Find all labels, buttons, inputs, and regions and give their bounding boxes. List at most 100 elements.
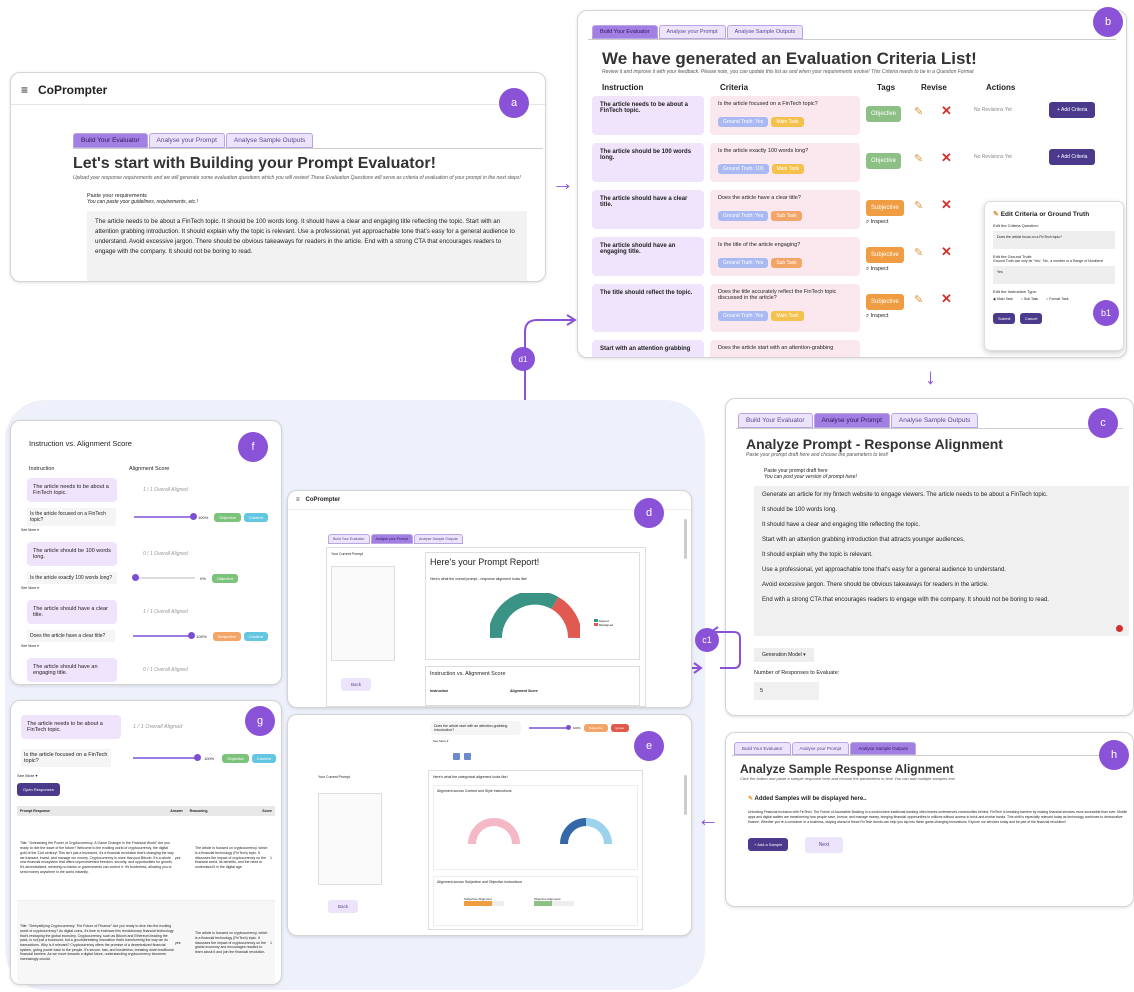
score-slider[interactable] — [529, 725, 571, 731]
tab-analyse[interactable]: Analyse your Prompt — [791, 742, 850, 755]
close-icon[interactable]: ✕ — [941, 150, 952, 165]
add-sample-button[interactable]: + Add a Sample — [748, 838, 789, 852]
pencil-icon[interactable]: ✎ — [914, 200, 923, 212]
tab-build[interactable]: Build Your Evaluator — [328, 534, 370, 544]
criteria-question: Is the article exactly 100 words long? — [27, 572, 117, 584]
cancel-button[interactable]: Cancel — [1019, 313, 1043, 324]
pencil-icon[interactable]: ✎ — [914, 294, 923, 306]
instruction-box: The article should be 100 words long. — [27, 542, 117, 566]
prompt-line: It should explain why the topic is relev… — [762, 552, 873, 558]
tab-build[interactable]: Build Your Evaluator — [73, 133, 148, 148]
tab-analyse[interactable]: Analyse your Prompt — [658, 25, 726, 39]
requirements-input[interactable]: The article needs to be about a FinTech … — [87, 211, 527, 281]
edit-q-input[interactable]: Does the article focus on a FinTech topi… — [993, 231, 1115, 249]
add-criteria-button[interactable]: + Add Criteria — [1049, 149, 1096, 165]
pencil-icon[interactable]: ✎ — [914, 247, 923, 259]
tab-build[interactable]: Build Your Evaluator — [592, 25, 658, 39]
col-actions: Actions — [986, 83, 1016, 92]
prompt-input[interactable]: Generate an article for my fintech websi… — [754, 486, 1129, 636]
close-icon[interactable]: ✕ — [941, 103, 952, 118]
col-tags: Tags — [877, 83, 896, 92]
grammar-icon[interactable] — [1116, 625, 1123, 632]
revise-cell: ✎ ✕ — [914, 96, 974, 120]
see-more-link[interactable]: See More ▾ — [17, 773, 281, 778]
search-icon: ⌕ — [866, 313, 870, 319]
criteria-question: Does the article start with an attention… — [431, 721, 521, 735]
report-title: Here's your Prompt Report! — [430, 557, 540, 567]
task-pill: Main Task — [771, 117, 804, 127]
pencil-icon[interactable]: ✎ — [914, 106, 923, 118]
back-button[interactable]: Back — [341, 678, 372, 691]
radio-sub-task[interactable]: ○ Sub Task — [1021, 297, 1038, 301]
close-icon[interactable]: ✕ — [941, 244, 952, 259]
slider-handle[interactable] — [188, 632, 196, 639]
tab-analyse[interactable]: Analyse your Prompt — [813, 413, 890, 428]
badge-c: c — [1088, 408, 1118, 438]
prompt-line: Use a professional, yet approachable ton… — [762, 567, 1006, 573]
tab-samples[interactable]: Analyse Sample Outputs — [850, 742, 916, 755]
responses-input[interactable]: 5 — [754, 682, 819, 700]
close-icon[interactable]: ✕ — [941, 197, 952, 212]
edit-q-label: Edit the Criteria Question: — [993, 223, 1039, 228]
tab-build[interactable]: Build Your Evaluator — [738, 413, 813, 428]
inspect-link[interactable]: ⌕ Inspect — [866, 313, 906, 320]
edit-title: Edit Criteria or Ground Truth — [1000, 211, 1090, 218]
badge-d1: d1 — [511, 347, 535, 371]
instruction-cell: The article should be 100 words long. — [592, 143, 704, 182]
edit-gt-input[interactable]: Yes — [993, 266, 1115, 284]
see-more-link[interactable]: See More ▾ — [21, 644, 271, 648]
menu-icon[interactable]: ≡ — [21, 83, 28, 97]
criteria-row: Is the article exactly 100 words long? 0%… — [27, 572, 271, 584]
next-button[interactable] — [464, 753, 471, 760]
radio-main-task[interactable]: ◉ Main Task — [993, 297, 1013, 301]
prev-button[interactable] — [453, 753, 460, 760]
tag-cell: Subjective ⌕ Inspect — [866, 284, 906, 320]
pencil-icon: ✎ — [993, 211, 999, 218]
close-icon[interactable]: ✕ — [941, 291, 952, 306]
scrollbar[interactable] — [684, 775, 687, 815]
tab-samples[interactable]: Analyse Sample Outputs — [225, 133, 314, 148]
slider-handle[interactable] — [194, 754, 201, 761]
task-pill: Sub Task — [771, 258, 802, 268]
inspect-link[interactable]: ⌕ Inspect — [866, 219, 906, 226]
submit-button[interactable]: Submit — [993, 313, 1016, 324]
chart-note: Here's what the categorical alignment lo… — [433, 775, 508, 779]
tab-analyse[interactable]: Analyse your Prompt — [148, 133, 225, 148]
slider-handle[interactable] — [190, 513, 198, 520]
panel-e: Does the article start with an attention… — [287, 714, 692, 936]
tab-samples[interactable]: Analyse Sample Outputs — [890, 413, 979, 428]
add-criteria-button[interactable]: + Add Criteria — [1049, 102, 1096, 118]
tab-samples[interactable]: Analyse Sample Outputs — [414, 534, 463, 544]
back-button[interactable]: Back — [328, 900, 359, 913]
see-more-link[interactable]: See More ▾ — [21, 586, 271, 590]
slider-handle[interactable] — [566, 725, 571, 731]
tab-build[interactable]: Build Your Evaluator — [734, 742, 791, 755]
score-slider[interactable] — [132, 632, 196, 639]
pencil-icon[interactable]: ✎ — [914, 153, 923, 165]
menu-icon[interactable]: ≡ — [296, 497, 300, 503]
badge-f: f — [238, 432, 268, 462]
generation-model-select[interactable]: Generation Model ▾ — [754, 648, 814, 662]
sample-item: Unlocking Financial Inclusion with FinTe… — [748, 810, 1128, 824]
current-prompt-box — [331, 566, 395, 661]
scrollbar[interactable] — [684, 519, 687, 559]
see-more-link[interactable]: See More ▾ — [21, 528, 271, 532]
next-button[interactable]: Next — [804, 837, 844, 854]
inspect-link[interactable]: ⌕ Inspect — [866, 266, 906, 273]
radio-format-task[interactable]: ○ Format Task — [1046, 297, 1068, 301]
slider-handle[interactable] — [132, 574, 139, 581]
responses-label: Number of Responses to Evaluate: — [754, 670, 840, 676]
score-cell: 1 — [270, 941, 272, 945]
see-more-link[interactable]: See More ▾ — [433, 739, 448, 743]
tab-analyse[interactable]: Analyse your Prompt — [370, 534, 414, 544]
badge-a: a — [499, 88, 529, 118]
overall-aligned: 1 / 1 Overall Aligned — [133, 724, 183, 730]
instruction-cell: Start with an attention grabbing — [592, 340, 704, 357]
tab-samples[interactable]: Analyse Sample Outputs — [726, 25, 804, 39]
col-reasoning: Reasoning — [189, 809, 208, 813]
instruction-box: The article should have an engaging titl… — [27, 658, 117, 682]
score-slider[interactable] — [132, 574, 195, 581]
score-slider[interactable] — [133, 513, 198, 520]
score-slider[interactable] — [133, 754, 201, 761]
open-responses-button[interactable]: Open Responses — [17, 783, 60, 796]
